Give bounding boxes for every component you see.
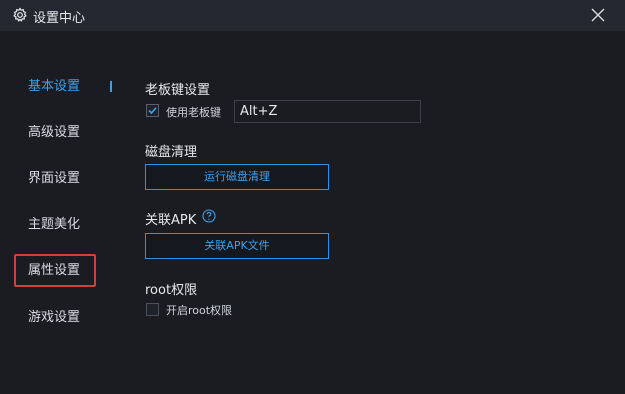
sidebar-item-interface[interactable]: 界面设置	[28, 171, 80, 187]
close-icon[interactable]	[589, 6, 607, 24]
sidebar-item-properties[interactable]: 属性设置	[28, 263, 80, 279]
associate-apk-button[interactable]: 关联APK文件	[145, 233, 329, 259]
gear-icon	[13, 7, 27, 22]
sidebar-item-advanced[interactable]: 高级设置	[28, 125, 80, 141]
settings-window: 设置中心 基本设置 高级设置 界面设置 主题美化 属性设置 游戏设置 老板键设置…	[0, 0, 625, 394]
disk-cleanup-title: 磁盘清理	[145, 145, 198, 160]
root-label: 开启root权限	[166, 304, 233, 317]
question-circle-icon[interactable]	[202, 209, 216, 223]
hotkey-input[interactable]: Alt+Z	[234, 100, 421, 123]
title-bar: 设置中心	[0, 0, 625, 31]
root-checkbox[interactable]	[146, 303, 159, 316]
apk-title: 关联APK	[145, 213, 197, 228]
root-title: root权限	[145, 283, 198, 298]
boss-key-label: 使用老板键	[166, 106, 221, 119]
check-icon	[148, 107, 157, 115]
run-disk-cleanup-button[interactable]: 运行磁盘清理	[145, 164, 329, 190]
sidebar-item-basic[interactable]: 基本设置	[28, 79, 80, 95]
window-title: 设置中心	[33, 11, 86, 26]
active-indicator	[110, 81, 112, 92]
sidebar-item-game[interactable]: 游戏设置	[28, 310, 80, 326]
boss-key-checkbox[interactable]	[146, 104, 159, 117]
boss-key-title: 老板键设置	[145, 83, 211, 98]
sidebar-item-theme[interactable]: 主题美化	[28, 217, 80, 233]
